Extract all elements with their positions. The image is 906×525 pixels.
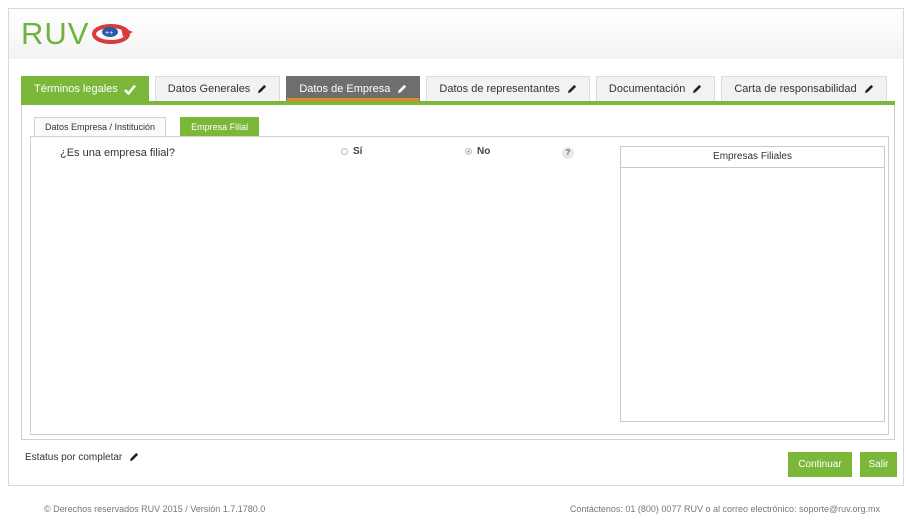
radio-circle[interactable] (341, 148, 348, 155)
tab-label: Términos legales (34, 83, 118, 95)
pencil-icon (693, 84, 702, 93)
logo: RUV ++ (21, 16, 135, 51)
tab-datos-de-representantes[interactable]: Datos de representantes (426, 76, 590, 101)
pencil-icon (567, 84, 576, 93)
footer-contact: Contáctenos: 01 (800) 0077 RUV o al corr… (569, 504, 880, 514)
empresa-filial-panel: ¿Es una empresa filial? Sí No ? Empresas… (30, 136, 889, 435)
exit-button[interactable]: Salir (860, 452, 897, 477)
pencil-icon (398, 84, 407, 93)
radio-si-label: Sí (353, 146, 363, 157)
status-label: Estatus por completar (25, 452, 123, 463)
tab-terminos-legales[interactable]: Términos legales (21, 76, 149, 101)
main-tabs: Términos legales Datos Generales Datos d… (21, 76, 893, 101)
radio-no[interactable]: No (465, 146, 490, 157)
tab-documentacion[interactable]: Documentación (595, 76, 716, 101)
header: RUV ++ (9, 9, 903, 59)
subtab-datos-empresa[interactable]: Datos Empresa / Institución (34, 117, 167, 136)
tab-datos-generales[interactable]: Datos Generales (154, 76, 281, 101)
filial-question: ¿Es una empresa filial? (60, 147, 175, 159)
check-icon (123, 84, 136, 95)
tab-label: Documentación (608, 83, 686, 95)
empresas-filiales-list: Empresas Filiales (620, 146, 885, 422)
subtab-empresa-filial[interactable]: Empresa Filial (180, 117, 260, 136)
logo-text: RUV (21, 16, 90, 51)
tab-carta-de-responsabilidad[interactable]: Carta de responsabilidad (721, 76, 887, 101)
pencil-icon (864, 84, 873, 93)
empresas-filiales-header: Empresas Filiales (621, 147, 884, 168)
sub-tabs: Datos Empresa / Institución Empresa Fili… (34, 117, 273, 136)
footer: © Derechos reservados RUV 2015 / Versión… (0, 498, 906, 525)
svg-text:++: ++ (105, 30, 113, 37)
tab-label: Datos Generales (167, 83, 251, 95)
tab-datos-de-empresa[interactable]: Datos de Empresa (286, 76, 421, 101)
status-indicator: Estatus por completar (25, 452, 139, 463)
pencil-icon (258, 84, 267, 93)
content-panel: Datos Empresa / Institución Empresa Fili… (21, 105, 895, 440)
help-icon[interactable]: ? (562, 147, 574, 159)
tab-label: Datos de representantes (439, 83, 560, 95)
footer-copyright: © Derechos reservados RUV 2015 / Versión… (44, 504, 266, 514)
logo-swoosh-icon: ++ (92, 24, 134, 44)
radio-si[interactable]: Sí (341, 146, 362, 157)
tab-label: Carta de responsabilidad (734, 83, 857, 95)
radio-no-label: No (477, 146, 491, 157)
continue-button[interactable]: Continuar (788, 452, 852, 477)
pencil-icon (130, 452, 139, 462)
radio-circle[interactable] (465, 148, 472, 155)
tab-label: Datos de Empresa (299, 83, 391, 95)
